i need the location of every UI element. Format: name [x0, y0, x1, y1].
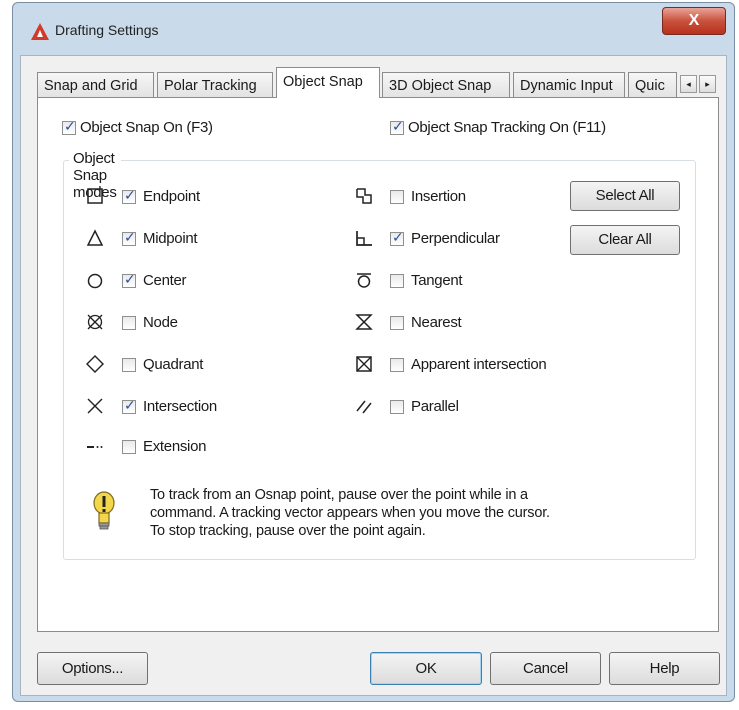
close-button[interactable]: X — [662, 7, 726, 35]
lightbulb-icon — [93, 491, 115, 530]
tab-dynamic-input[interactable]: Dynamic Input — [513, 72, 625, 98]
center-checkbox[interactable] — [122, 272, 136, 288]
osnap-on-checkbox[interactable] — [62, 119, 76, 135]
parallel-checkbox[interactable] — [390, 400, 404, 414]
tab-polar-tracking[interactable]: Polar Tracking — [157, 72, 273, 98]
insertion-icon — [356, 188, 372, 204]
parallel-icon — [356, 400, 372, 414]
tab-object-snap[interactable]: Object Snap — [276, 67, 380, 98]
help-button[interactable]: Help — [609, 652, 720, 685]
tangent-checkbox[interactable] — [390, 274, 404, 288]
intersection-label[interactable]: Intersection — [143, 398, 217, 415]
endpoint-square-icon — [87, 188, 103, 204]
center-label[interactable]: Center — [143, 272, 187, 289]
tab-quick-properties[interactable]: Quic — [628, 72, 677, 98]
perpendicular-label[interactable]: Perpendicular — [411, 230, 500, 247]
osnap-tracking-label[interactable]: Object Snap Tracking On (F11) — [408, 119, 606, 136]
window-title: Drafting Settings — [55, 22, 159, 38]
quadrant-label[interactable]: Quadrant — [143, 356, 203, 373]
node-checkbox[interactable] — [122, 316, 136, 330]
endpoint-label[interactable]: Endpoint — [143, 188, 200, 205]
tracking-help-note: To track from an Osnap point, pause over… — [150, 486, 550, 540]
autocad-logo-icon — [31, 23, 49, 40]
parallel-label[interactable]: Parallel — [411, 398, 459, 415]
tangent-label[interactable]: Tangent — [411, 272, 463, 289]
intersection-x-icon — [87, 398, 103, 414]
apparent-intersection-checkbox[interactable] — [390, 358, 404, 372]
select-all-button[interactable]: Select All — [570, 181, 680, 211]
clear-all-button[interactable]: Clear All — [570, 225, 680, 255]
nearest-checkbox[interactable] — [390, 316, 404, 330]
tab-snap-and-grid[interactable]: Snap and Grid — [37, 72, 154, 98]
intersection-checkbox[interactable] — [122, 398, 136, 414]
apparent-intersection-icon — [356, 356, 372, 372]
title-bar[interactable]: Drafting Settings X — [13, 3, 734, 51]
note-line-1: To track from an Osnap point, pause over… — [150, 487, 528, 503]
node-label[interactable]: Node — [143, 314, 178, 331]
tab-scroll-right-icon[interactable]: ▸ — [699, 75, 716, 93]
midpoint-triangle-icon — [86, 229, 104, 246]
extension-checkbox[interactable] — [122, 440, 136, 454]
osnap-on-label[interactable]: Object Snap On (F3) — [80, 119, 213, 136]
tab-3d-object-snap[interactable]: 3D Object Snap — [382, 72, 510, 98]
nearest-hourglass-icon — [355, 314, 373, 330]
ok-button[interactable]: OK — [370, 652, 482, 685]
quadrant-checkbox[interactable] — [122, 358, 136, 372]
perpendicular-icon — [356, 231, 372, 246]
extension-label[interactable]: Extension — [143, 438, 206, 455]
osnap-tracking-checkbox[interactable] — [390, 119, 404, 135]
tangent-icon — [357, 273, 371, 288]
cancel-button[interactable]: Cancel — [490, 652, 601, 685]
midpoint-checkbox[interactable] — [122, 230, 136, 246]
apparent-intersection-label[interactable]: Apparent intersection — [411, 356, 547, 373]
node-icon — [87, 314, 103, 330]
insertion-label[interactable]: Insertion — [411, 188, 466, 205]
insertion-checkbox[interactable] — [390, 190, 404, 204]
midpoint-label[interactable]: Midpoint — [143, 230, 198, 247]
endpoint-checkbox[interactable] — [122, 188, 136, 204]
nearest-label[interactable]: Nearest — [411, 314, 462, 331]
extension-icon — [87, 446, 103, 448]
quadrant-diamond-icon — [86, 355, 104, 373]
center-circle-icon — [87, 273, 103, 289]
options-button[interactable]: Options... — [37, 652, 148, 685]
perpendicular-checkbox[interactable] — [390, 230, 404, 246]
note-line-2: command. A tracking vector appears when … — [150, 505, 550, 521]
note-line-3: To stop tracking, pause over the point a… — [150, 523, 426, 539]
tab-scroll-left-icon[interactable]: ◂ — [680, 75, 697, 93]
